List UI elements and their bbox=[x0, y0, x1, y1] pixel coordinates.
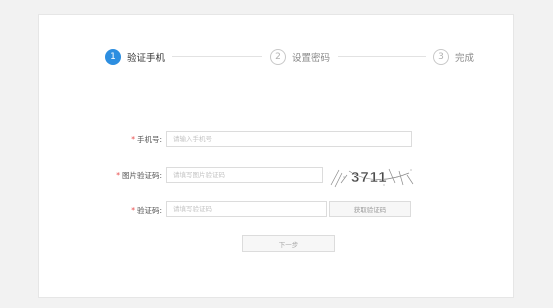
step-2-label: 设置密码 bbox=[292, 53, 331, 64]
step-1-label: 验证手机 bbox=[127, 53, 166, 64]
sms-code-required-mark: * bbox=[131, 206, 135, 215]
image-code-required-mark: * bbox=[116, 171, 120, 180]
step-1-number: 1 bbox=[105, 49, 121, 65]
phone-label: * 手机号: bbox=[82, 134, 162, 145]
step-3: 3 完成 bbox=[433, 48, 474, 66]
step-3-number: 3 bbox=[433, 49, 449, 65]
image-code-label-text: 图片验证码: bbox=[121, 171, 162, 180]
step-3-label: 完成 bbox=[455, 53, 475, 64]
sms-code-input[interactable] bbox=[166, 201, 327, 217]
step-connector-2 bbox=[338, 56, 426, 57]
captcha-image[interactable]: 3711 bbox=[329, 165, 417, 189]
image-code-label: * 图片验证码: bbox=[82, 170, 162, 181]
sms-code-label-text: 验证码: bbox=[136, 206, 162, 215]
next-button[interactable]: 下一步 bbox=[242, 235, 335, 252]
captcha-text: 3711 bbox=[351, 169, 388, 186]
image-code-input[interactable] bbox=[166, 167, 323, 183]
phone-label-text: 手机号: bbox=[136, 135, 162, 144]
step-1: 1 验证手机 bbox=[105, 48, 165, 66]
phone-required-mark: * bbox=[131, 135, 135, 144]
step-connector-1 bbox=[172, 56, 262, 57]
step-2-number: 2 bbox=[270, 49, 286, 65]
get-code-button[interactable]: 获取验证码 bbox=[329, 201, 411, 217]
phone-input[interactable] bbox=[166, 131, 412, 147]
sms-code-label: * 验证码: bbox=[82, 205, 162, 216]
step-2: 2 设置密码 bbox=[270, 48, 330, 66]
